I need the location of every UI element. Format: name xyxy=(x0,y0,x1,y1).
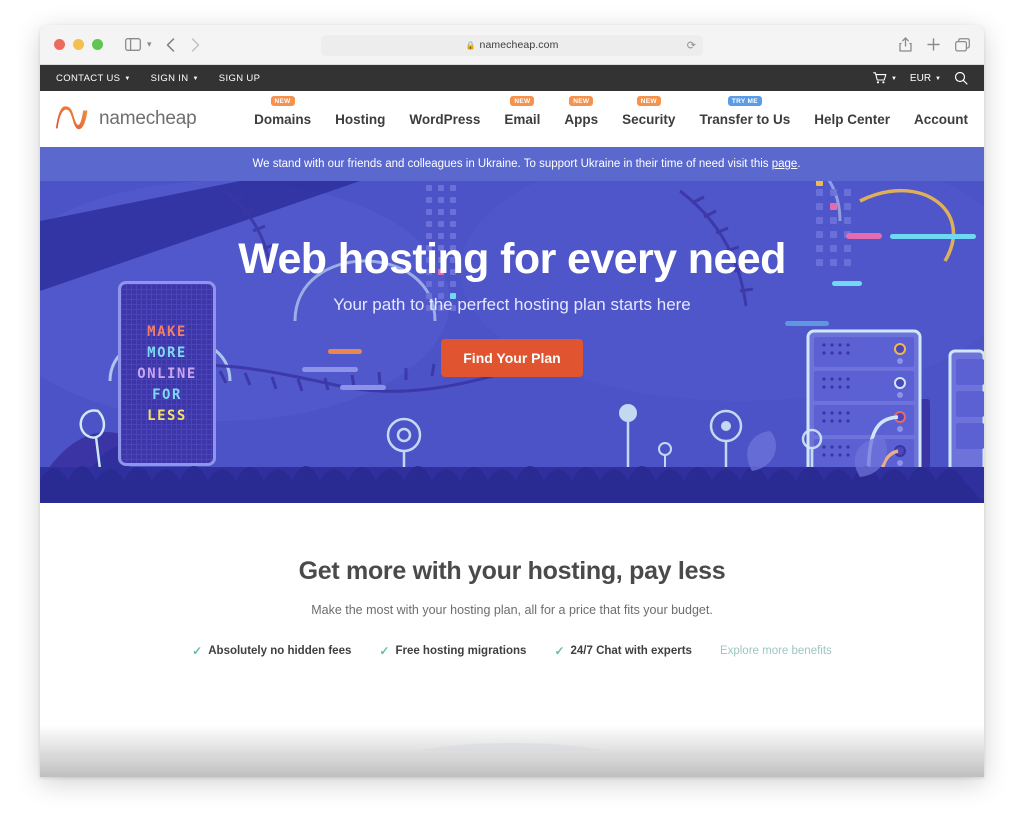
nav-item-label: Transfer to Us xyxy=(699,111,791,127)
banner-text-before: We stand with our friends and colleagues… xyxy=(252,158,772,170)
page-bottom-fade xyxy=(40,725,984,777)
nav-item-email[interactable]: NEW Email xyxy=(504,95,541,127)
plus-icon[interactable] xyxy=(927,38,940,51)
benefits-section: Get more with your hosting, pay less Mak… xyxy=(40,503,984,751)
banner-text: We stand with our friends and colleagues… xyxy=(252,158,800,170)
chevron-down-icon: ▼ xyxy=(935,76,941,82)
nav-item-label: Account xyxy=(914,111,968,127)
sign-line: FOR xyxy=(152,386,182,403)
address-bar[interactable]: 🔒 namecheap.com ⟳ xyxy=(321,34,703,56)
explore-more-benefits-link[interactable]: Explore more benefits xyxy=(720,645,832,657)
hero-banner: MAKE MORE ONLINE FOR LESS Web hosting fo… xyxy=(40,181,984,503)
ukraine-support-banner: We stand with our friends and colleagues… xyxy=(40,147,984,181)
url-text: namecheap.com xyxy=(479,39,559,51)
back-arrow-icon[interactable] xyxy=(166,37,175,52)
sign-line: LESS xyxy=(147,407,187,424)
nav-item-label: Security xyxy=(622,111,676,127)
utility-link-label: SIGN IN xyxy=(150,72,189,84)
window-controls xyxy=(54,39,103,50)
nav-links: NEW Domains Hosting WordPress NEW Email … xyxy=(254,95,968,127)
browser-toolbar: ▾ 🔒 namecheap.com ⟳ xyxy=(40,25,984,65)
nav-item-label: Apps xyxy=(564,111,599,127)
currency-selector[interactable]: EUR ▼ xyxy=(910,73,941,84)
find-your-plan-button[interactable]: Find Your Plan xyxy=(441,339,583,378)
check-icon: ✓ xyxy=(554,644,565,658)
sidebar-toggle-icon[interactable] xyxy=(125,38,141,51)
benefits-list: ✓ Absolutely no hidden fees ✓ Free hosti… xyxy=(60,644,964,658)
nav-item-label: Email xyxy=(504,111,541,127)
namecheap-logo-icon xyxy=(56,106,88,130)
cart-icon xyxy=(873,72,887,84)
chevron-down-icon: ▼ xyxy=(124,76,131,82)
utility-link-sign-in[interactable]: SIGN IN ▼ xyxy=(151,73,199,84)
browser-window: ▾ 🔒 namecheap.com ⟳ CONTACT US ▼ SIGN IN… xyxy=(40,25,984,777)
nav-item-label: WordPress xyxy=(409,111,481,127)
banner-page-link[interactable]: page xyxy=(772,158,798,170)
site-utility-bar: CONTACT US ▼ SIGN IN ▼ SIGN UP ▼ EUR ▼ xyxy=(40,65,984,91)
minimize-window-button[interactable] xyxy=(73,39,84,50)
check-icon: ✓ xyxy=(379,644,390,658)
ukraine-flag-icon xyxy=(223,158,242,171)
hero-subheading: Your path to the perfect hosting plan st… xyxy=(333,295,691,315)
benefit-label: 24/7 Chat with experts xyxy=(570,645,692,657)
badge-new: NEW xyxy=(569,95,594,106)
nav-item-security[interactable]: NEW Security xyxy=(622,95,676,127)
benefit-item: ✓ Absolutely no hidden fees xyxy=(192,644,351,658)
badge-new: NEW xyxy=(270,95,295,106)
nav-item-account[interactable]: Account xyxy=(914,112,968,127)
utility-link-label: SIGN UP xyxy=(218,72,261,84)
cart-button[interactable]: ▼ xyxy=(873,72,897,84)
hero-copy: Web hosting for every need Your path to … xyxy=(40,235,984,378)
logo-wordmark: namecheap xyxy=(99,108,197,129)
search-icon xyxy=(954,71,968,85)
section-subheading: Make the most with your hosting plan, al… xyxy=(311,603,713,617)
banner-text-after: . xyxy=(797,158,801,170)
benefit-label: Absolutely no hidden fees xyxy=(208,645,352,657)
section-heading: Get more with your hosting, pay less xyxy=(298,557,726,585)
currency-label: EUR xyxy=(909,72,932,84)
nav-item-help-center[interactable]: Help Center xyxy=(814,112,890,127)
badge-new: NEW xyxy=(510,95,535,106)
nav-item-transfer-to-us[interactable]: TRY ME Transfer to Us xyxy=(699,95,791,127)
reload-icon[interactable]: ⟳ xyxy=(687,39,696,52)
nav-item-label: Help Center xyxy=(814,111,890,127)
nav-item-domains[interactable]: NEW Domains xyxy=(254,95,312,127)
badge-try-me: TRY ME xyxy=(727,95,762,106)
utility-link-contact-us[interactable]: CONTACT US ▼ xyxy=(56,73,131,84)
chevron-down-icon: ▼ xyxy=(192,76,199,82)
benefit-item: ✓ 24/7 Chat with experts xyxy=(554,644,692,658)
search-button[interactable] xyxy=(954,71,968,85)
check-icon: ✓ xyxy=(192,644,203,658)
site-logo[interactable]: namecheap xyxy=(56,106,197,132)
site-main-nav: namecheap NEW Domains Hosting WordPress … xyxy=(40,91,984,147)
nav-item-hosting[interactable]: Hosting xyxy=(335,112,385,127)
chevron-down-icon[interactable]: ▾ xyxy=(147,39,152,50)
benefit-item: ✓ Free hosting migrations xyxy=(379,644,526,658)
close-window-button[interactable] xyxy=(54,39,65,50)
page-backdrop: ▾ 🔒 namecheap.com ⟳ CONTACT US ▼ SIGN IN… xyxy=(0,0,1024,829)
forward-arrow-icon[interactable] xyxy=(191,37,200,52)
tab-overview-icon[interactable] xyxy=(955,37,970,52)
utility-link-sign-up[interactable]: SIGN UP xyxy=(219,73,261,84)
share-icon[interactable] xyxy=(899,37,912,52)
chevron-down-icon: ▼ xyxy=(890,76,897,82)
nav-item-label: Hosting xyxy=(335,111,386,127)
badge-new: NEW xyxy=(636,95,661,106)
nav-item-apps[interactable]: NEW Apps xyxy=(564,95,599,127)
nav-item-wordpress[interactable]: WordPress xyxy=(409,112,480,127)
hero-heading: Web hosting for every need xyxy=(238,235,786,283)
maximize-window-button[interactable] xyxy=(92,39,103,50)
utility-link-label: CONTACT US xyxy=(56,72,121,84)
lock-icon: 🔒 xyxy=(465,40,476,50)
benefit-label: Free hosting migrations xyxy=(395,645,527,657)
nav-item-label: Domains xyxy=(254,111,312,127)
